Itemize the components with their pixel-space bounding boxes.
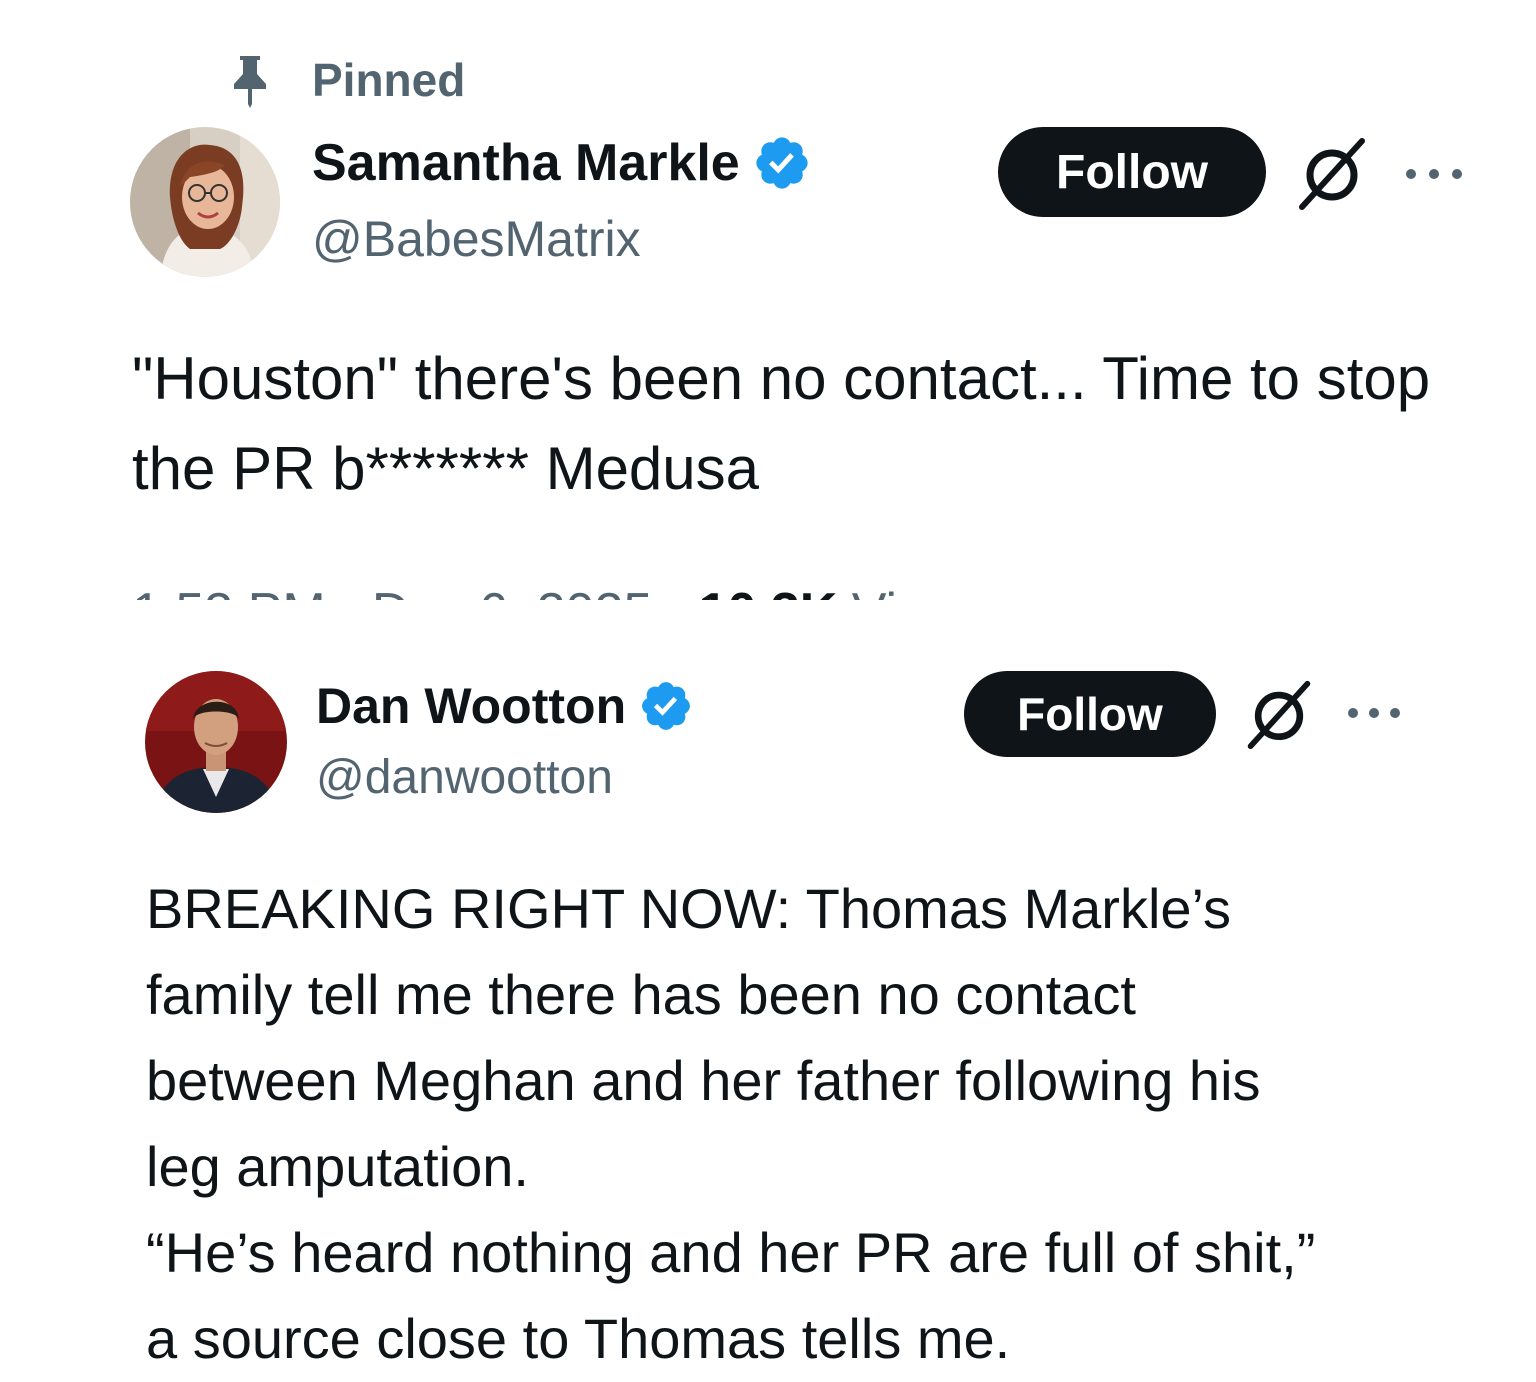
pinned-label: Pinned xyxy=(312,54,466,106)
views-count: 10.3K xyxy=(699,583,838,600)
verified-badge-icon xyxy=(752,133,812,193)
tweet-time[interactable]: 1:53 PM xyxy=(132,583,326,600)
tweet-date[interactable]: Dec 6, 2025 xyxy=(372,583,652,600)
tweet-metadata: 1:53 PM · Dec 6, 2025 · 10.3K Views xyxy=(132,586,990,600)
meta-separator: · xyxy=(667,583,684,600)
pin-icon xyxy=(234,56,266,108)
avatar-image xyxy=(145,671,287,813)
tweet-text-line: between Meghan and her father following … xyxy=(146,1049,1261,1112)
tweet-samantha-markle[interactable]: Pinned Samantha Markle @BabesMatrix Foll… xyxy=(0,0,1536,600)
follow-button[interactable]: Follow xyxy=(998,127,1266,217)
tweet-text-line: “He’s heard nothing and her PR are full … xyxy=(146,1221,1316,1284)
tweet-text-line: BREAKING RIGHT NOW: Thomas Markle’s xyxy=(146,877,1231,940)
author-handle[interactable]: @BabesMatrix xyxy=(312,208,641,270)
author-handle[interactable]: @danwootton xyxy=(316,748,613,808)
follow-button[interactable]: Follow xyxy=(964,671,1216,757)
more-options-icon[interactable] xyxy=(1406,168,1462,180)
views-label: Views xyxy=(852,583,990,600)
tweet-text-line: leg amputation. xyxy=(146,1135,529,1198)
tweet-text-line: family tell me there has been no contact xyxy=(146,963,1136,1026)
author-name[interactable]: Samantha Markle xyxy=(312,130,812,196)
author-name-text[interactable]: Dan Wootton xyxy=(316,674,626,738)
more-options-icon[interactable] xyxy=(1348,707,1400,719)
avatar[interactable] xyxy=(130,127,280,277)
avatar[interactable] xyxy=(145,671,287,813)
tweet-text: "Houston" there's been no contact... Tim… xyxy=(132,345,1431,502)
author-name-text[interactable]: Samantha Markle xyxy=(312,130,740,196)
meta-separator: · xyxy=(340,583,357,600)
tweet-dan-wootton[interactable]: Dan Wootton @danwootton Follow BREAKING … xyxy=(0,600,1536,1381)
grok-icon[interactable] xyxy=(1244,678,1314,750)
avatar-image xyxy=(130,127,280,277)
tweet-text: BREAKING RIGHT NOW: Thomas Markle’s fami… xyxy=(146,866,1466,1382)
verified-badge-icon xyxy=(638,678,694,734)
author-name[interactable]: Dan Wootton xyxy=(316,674,694,738)
grok-icon[interactable] xyxy=(1296,135,1368,211)
pinned-indicator: Pinned xyxy=(226,52,465,108)
tweet-text-line: a source close to Thomas tells me. xyxy=(146,1307,1011,1370)
